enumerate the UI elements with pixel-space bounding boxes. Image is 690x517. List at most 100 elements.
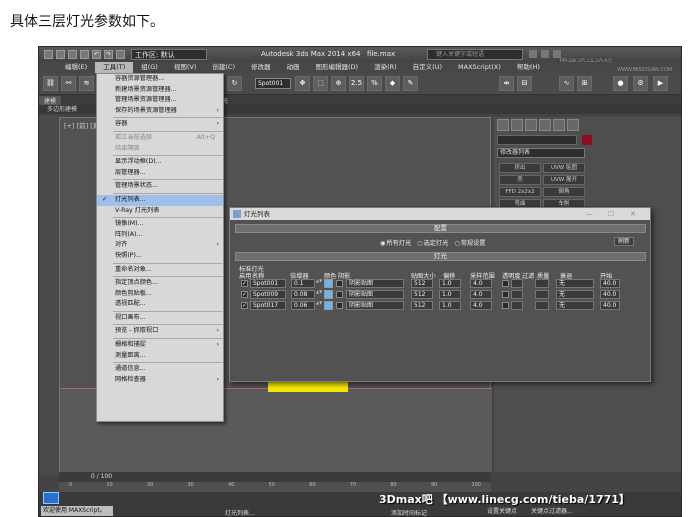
maximize-icon[interactable]: ☐: [608, 208, 614, 220]
tools-menu-item[interactable]: 指定顶点颜色...: [97, 278, 223, 289]
search-icon[interactable]: [529, 50, 537, 58]
motion-tab-icon[interactable]: [539, 119, 551, 131]
spinner-arrows-icon[interactable]: ▲▼: [316, 301, 322, 310]
radio-selected-lights[interactable]: 选定灯光: [417, 238, 449, 247]
tools-menu-item[interactable]: 保存的场景资源管理器 ›: [97, 106, 223, 117]
map-size-spinner[interactable]: 512: [411, 301, 433, 310]
menu-maxscript[interactable]: MAXScript(X): [450, 62, 509, 73]
light-color-swatch[interactable]: [324, 279, 333, 288]
menu-customize[interactable]: 自定义(U): [405, 62, 450, 73]
workspace-dropdown[interactable]: 工作区: 默认: [131, 49, 207, 60]
tools-menu-item[interactable]: 重命名对象...: [97, 265, 223, 276]
shadow-checkbox[interactable]: [336, 291, 343, 298]
light-name-field[interactable]: Spot017: [250, 301, 286, 310]
menu-create[interactable]: 创建(C): [204, 62, 243, 73]
quality-spinner[interactable]: [535, 279, 549, 288]
open-file-icon[interactable]: [68, 50, 77, 59]
tools-menu-item[interactable]: 容器 ›: [97, 119, 223, 130]
new-file-icon[interactable]: [56, 50, 65, 59]
tools-menu-item[interactable]: 新建场景资源管理器...: [97, 85, 223, 96]
set-key-button[interactable]: 设置关键点: [487, 506, 517, 515]
modifier-button[interactable]: 壳: [499, 175, 541, 185]
object-name-field[interactable]: [497, 135, 577, 145]
spinner-arrows-icon[interactable]: ▲▼: [316, 279, 322, 288]
tools-menu-item[interactable]: 测量距离...: [97, 351, 223, 362]
menu-animation[interactable]: 动画: [279, 62, 308, 73]
align-icon[interactable]: ⊟: [517, 76, 532, 91]
tools-menu-item[interactable]: 镜像(M)...: [97, 219, 223, 230]
shadow-type-dropdown[interactable]: 阴影贴图: [346, 301, 404, 310]
menu-tools[interactable]: 工具(T): [95, 62, 134, 73]
menu-views[interactable]: 视图(V): [166, 62, 205, 73]
schematic-view-icon[interactable]: ⊞: [577, 76, 592, 91]
start-spinner[interactable]: 40.0: [600, 279, 620, 288]
quality-spinner[interactable]: [535, 290, 549, 299]
multiplier-spinner[interactable]: 0.08: [291, 290, 315, 299]
tools-menu-item[interactable]: 快照(P)...: [97, 251, 223, 262]
start-spinner[interactable]: 40.0: [600, 290, 620, 299]
enable-checkbox[interactable]: ✓: [241, 291, 248, 298]
project-folder-icon[interactable]: [116, 50, 125, 59]
modifier-list-dropdown[interactable]: 修改器列表: [497, 148, 585, 158]
transparency-checkbox[interactable]: [502, 291, 509, 298]
radio-all-lights[interactable]: 所有灯光: [380, 238, 411, 247]
percent-snap-icon[interactable]: %: [367, 76, 382, 91]
filter-spinner[interactable]: [511, 290, 523, 299]
maxscript-listener-icon[interactable]: [43, 492, 59, 504]
tools-menu-item[interactable]: 通道信息...: [97, 364, 223, 375]
modifier-button[interactable]: FFD 2x2x2: [499, 187, 541, 197]
enable-checkbox[interactable]: ✓: [241, 280, 248, 287]
menu-rendering[interactable]: 渲染(R): [366, 62, 405, 73]
light-name-field[interactable]: Spot001: [250, 279, 286, 288]
search-input[interactable]: 键入关键字或短语: [427, 49, 523, 60]
tools-menu-item[interactable]: 栅格和捕捉 ›: [97, 340, 223, 351]
select-link-icon[interactable]: ⛓: [43, 76, 58, 91]
tools-menu-item[interactable]: 网格检查器 ›: [97, 375, 223, 386]
filter-spinner[interactable]: [511, 279, 523, 288]
lights-rollout[interactable]: 灯光: [235, 252, 646, 261]
shadow-type-dropdown[interactable]: 阴影贴图: [346, 290, 404, 299]
undo-icon[interactable]: ↶: [92, 50, 101, 59]
map-size-spinner[interactable]: 512: [411, 279, 433, 288]
tools-menu-item[interactable]: 容器资源管理器...: [97, 74, 223, 85]
move-icon[interactable]: ✥: [295, 76, 310, 91]
tools-menu-item[interactable]: 颜色剪贴板...: [97, 289, 223, 300]
tools-menu-item[interactable]: 视口画布...: [97, 313, 223, 324]
filter-spinner[interactable]: [511, 301, 523, 310]
add-time-tag-button[interactable]: 添加时间标记: [391, 508, 427, 516]
transparency-checkbox[interactable]: [502, 280, 509, 287]
decay-dropdown[interactable]: 无: [556, 279, 594, 288]
radio-general-settings[interactable]: 常规设置: [454, 238, 486, 247]
modifier-button[interactable]: 倒角: [543, 187, 585, 197]
angle-snap-icon[interactable]: 2.5: [349, 76, 364, 91]
display-tab-icon[interactable]: [553, 119, 565, 131]
edit-named-sets-icon[interactable]: ✎: [403, 76, 418, 91]
menu-graph-editors[interactable]: 图形编辑器(D): [308, 62, 367, 73]
hierarchy-tab-icon[interactable]: [525, 119, 537, 131]
render-icon[interactable]: ▶: [653, 76, 668, 91]
tools-menu-item[interactable]: 管理场景资源管理器...: [97, 95, 223, 106]
bias-spinner[interactable]: 1.0: [439, 279, 461, 288]
utilities-tab-icon[interactable]: [567, 119, 579, 131]
key-filters-button[interactable]: 关键点过滤器...: [531, 506, 573, 515]
light-name-field[interactable]: Spot009: [250, 290, 286, 299]
spinner-arrows-icon[interactable]: ▲▼: [316, 290, 322, 299]
time-slider[interactable]: 0 / 100: [59, 472, 491, 482]
modifier-button[interactable]: UVW 贴图: [543, 163, 585, 173]
shadow-type-dropdown[interactable]: 阴影贴图: [346, 279, 404, 288]
menu-modifiers[interactable]: 修改器: [243, 62, 279, 73]
bias-spinner[interactable]: 1.0: [439, 290, 461, 299]
app-menu-icon[interactable]: [44, 50, 53, 59]
bias-spinner[interactable]: 1.0: [439, 301, 461, 310]
rotate-icon[interactable]: ↻: [227, 76, 242, 91]
maxscript-mini-listener[interactable]: 欢迎使用 MAXScript。: [41, 506, 113, 516]
shadow-checkbox[interactable]: [336, 302, 343, 309]
modifier-button[interactable]: UVW 展开: [543, 175, 585, 185]
config-rollout[interactable]: 配置: [235, 224, 646, 233]
light-color-swatch[interactable]: [324, 301, 333, 310]
shadow-checkbox[interactable]: [336, 280, 343, 287]
tools-menu-item[interactable]: 透视匹配...: [97, 299, 223, 310]
bind-space-warp-icon[interactable]: ≋: [79, 76, 94, 91]
modifier-button[interactable]: 挤出: [499, 163, 541, 173]
tools-menu-item[interactable]: 管理场景状态...: [97, 181, 223, 192]
